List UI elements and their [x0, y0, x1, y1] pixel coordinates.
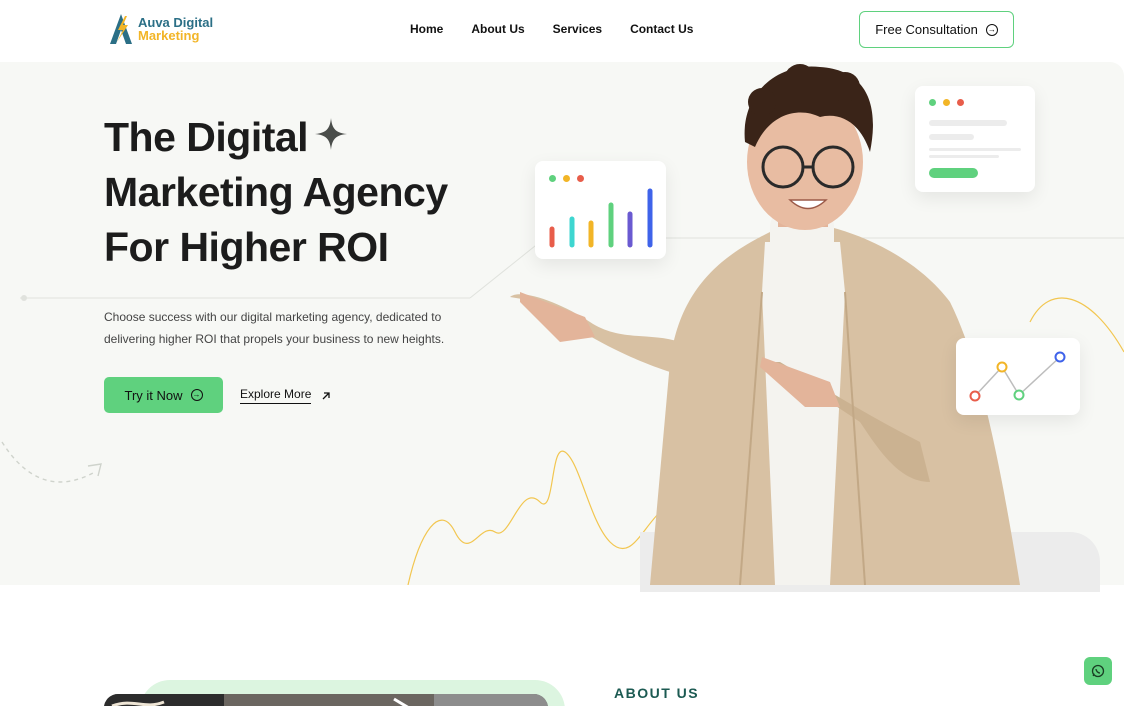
arrow-up-right-icon	[322, 391, 331, 399]
bar-chart-card	[535, 161, 666, 259]
main-nav: Home About Us Services Contact Us	[410, 22, 721, 36]
brand-name: Auva Digital Marketing	[138, 16, 213, 42]
page: Auva Digital Marketing Home About Us Ser…	[0, 0, 1124, 706]
line-chart-card	[956, 338, 1080, 415]
free-consultation-button[interactable]: Free Consultation →	[859, 11, 1014, 48]
explore-more-label: Explore More	[240, 387, 312, 404]
content-skeleton-card	[915, 86, 1035, 192]
hero-title-highlight: Higher ROI	[179, 220, 389, 275]
hero-title: The Digital Marketing Agency For Higher …	[104, 110, 448, 275]
nav-home[interactable]: Home	[410, 22, 443, 36]
line-chart-graphic	[969, 351, 1066, 402]
brand-logo[interactable]: Auva Digital Marketing	[108, 12, 213, 46]
nav-contact-us[interactable]: Contact Us	[630, 22, 693, 36]
nav-services[interactable]: Services	[553, 22, 602, 36]
bar-chart-graphic	[549, 188, 653, 248]
about-us-heading: ABOUT US	[614, 685, 700, 701]
sparkle-icon	[315, 118, 347, 150]
explore-more-link[interactable]: Explore More	[240, 387, 331, 404]
brand-line2: Marketing	[138, 28, 200, 43]
skeleton-lines	[929, 120, 1021, 178]
nav-about-us[interactable]: About Us	[471, 22, 524, 36]
hero-title-prefix: For	[104, 224, 180, 270]
about-image	[104, 694, 548, 706]
hero-title-line3: For Higher ROI	[104, 220, 448, 275]
arrow-circle-right-icon: →	[985, 23, 998, 36]
try-it-now-label: Try it Now	[124, 387, 183, 403]
hero-title-line1: The Digital	[104, 114, 309, 160]
whatsapp-chat-button[interactable]	[1084, 657, 1112, 685]
site-header: Auva Digital Marketing Home About Us Ser…	[0, 0, 1124, 62]
free-consultation-label: Free Consultation	[875, 22, 978, 37]
whatsapp-icon	[1091, 664, 1105, 678]
logo-icon	[110, 14, 132, 44]
try-it-now-button[interactable]: Try it Now →	[104, 377, 223, 413]
hero-description: Choose success with our digital marketin…	[104, 310, 445, 346]
hero-title-line2: Marketing Agency	[104, 169, 448, 215]
arrow-circle-right-icon: →	[190, 389, 203, 401]
about-photo-placeholder	[104, 694, 548, 706]
hero-section: The Digital Marketing Agency For Higher …	[0, 62, 1124, 592]
